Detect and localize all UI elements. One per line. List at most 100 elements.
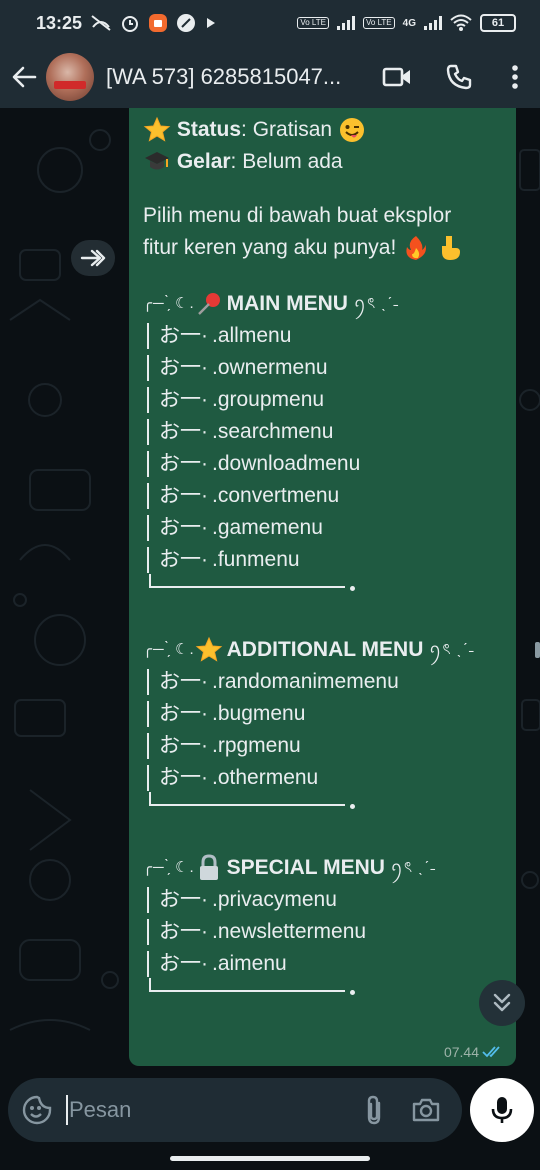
status-time: 13:25: [36, 12, 83, 33]
message-bubble[interactable]: Status: Gratisan Gelar: Belum ada Pilih …: [129, 108, 516, 1066]
menu-item-bar: [147, 355, 149, 381]
message-composer: Pesan: [8, 1078, 462, 1142]
additional-menu-list: お一· .randomanimemenu お一· .bugmenu お一· .rpgmen…: [143, 666, 502, 794]
voice-call-button[interactable]: [428, 49, 490, 105]
status-right-icons: Vo LTE Vo LTE 4G 61: [297, 14, 516, 32]
microphone-icon: [491, 1097, 513, 1123]
camera-icon: [412, 1098, 440, 1122]
menu-item: お一· .gamemenu: [143, 512, 502, 544]
sticker-button[interactable]: [20, 1093, 54, 1127]
main-menu-list: お一· .allmenu お一· .ownermenu お一· .groupmenu お一·…: [143, 320, 502, 576]
menu-item-command: .groupmenu: [212, 388, 325, 411]
menu-item-command: .bugmenu: [212, 702, 306, 725]
main-menu-header: ╭─ ̗̀ ☾. MAIN MENU ꪆৎ ˎˊ˗: [143, 288, 502, 320]
message-input-placeholder: Pesan: [69, 1097, 132, 1122]
menu-item-prefix: お一·: [159, 356, 208, 379]
menu-item-command: .downloadmenu: [212, 452, 361, 475]
sticker-icon: [22, 1095, 52, 1125]
menu-item-command: .privacymenu: [212, 888, 337, 911]
menu-item-bar: [147, 323, 149, 349]
menu-item: お一· .convertmenu: [143, 480, 502, 512]
status-value: : Gratisan: [241, 118, 333, 141]
chat-title[interactable]: [WA 573] 6285815047...: [106, 64, 356, 90]
menu-item-bar: [147, 669, 149, 695]
menu-deco-right: ꪆৎ ˎˊ˗: [390, 859, 437, 876]
menu-item-bar: [147, 547, 149, 573]
contact-avatar[interactable]: [46, 53, 94, 101]
menu-item-prefix: お一·: [159, 920, 208, 943]
message-input[interactable]: Pesan: [66, 1095, 348, 1125]
menu-deco-right: ꪆৎ ˎˊ˗: [429, 641, 475, 658]
signal-icon: [337, 16, 355, 30]
signal-icon-2: [424, 16, 442, 30]
app-notification-icon: [149, 14, 168, 32]
more-options-button[interactable]: [490, 49, 540, 105]
special-menu-list: お一· .privacymenu お一· .newslettermenu お一· .aim…: [143, 884, 502, 980]
menu-item-bar: [147, 951, 149, 977]
menu-item-prefix: お一·: [159, 388, 208, 411]
star-emoji-icon: [195, 636, 222, 662]
menu-item-bar: [147, 765, 149, 791]
menu-item-prefix: お一·: [159, 952, 208, 975]
menu-item-command: .convertmenu: [212, 484, 340, 507]
menu-item: お一· .randomanimemenu: [143, 666, 502, 698]
menu-item-bar: [147, 451, 149, 477]
menu-item-prefix: お一·: [159, 516, 208, 539]
menu-item: お一· .downloadmenu: [143, 448, 502, 480]
menu-item-command: .randomanimemenu: [212, 670, 399, 693]
video-camera-icon: [382, 67, 410, 87]
forward-button[interactable]: [71, 240, 115, 276]
additional-menu-footer: [143, 792, 502, 818]
message-time: 07.44: [443, 1044, 479, 1060]
winking-tongue-emoji-icon: [339, 118, 364, 143]
scrollbar-thumb[interactable]: [535, 642, 540, 658]
menu-item-bar: [147, 887, 149, 913]
menu-item-prefix: お一·: [159, 484, 208, 507]
video-call-button[interactable]: [366, 49, 428, 105]
fire-emoji-icon: [406, 236, 427, 261]
menu-item-prefix: お一·: [159, 324, 208, 347]
menu-item: お一· .aimenu: [143, 948, 502, 980]
status-left-icons: [90, 13, 218, 33]
status-line: Status: Gratisan: [143, 114, 502, 146]
menu-deco-left: ╭─ ̗̀ ☾.: [143, 641, 195, 658]
paperclip-icon: [367, 1095, 381, 1125]
message-meta: 07.44: [444, 1044, 504, 1060]
menu-item: お一· .funmenu: [143, 544, 502, 576]
menu-item-prefix: お一·: [159, 702, 208, 725]
additional-menu-header: ╭─ ̗̀ ☾. ADDITIONAL MENU ꪆৎ ˎˊ˗: [143, 634, 502, 666]
menu-item: お一· .othermenu: [143, 762, 502, 794]
intro-line-2-text: fitur keren yang aku punya!: [143, 236, 397, 259]
gelar-line: Gelar: Belum ada: [143, 146, 502, 178]
forward-icon: [80, 249, 106, 267]
volte-tag-2: Vo LTE: [363, 17, 395, 29]
back-button[interactable]: [2, 55, 46, 99]
menu-item-command: .allmenu: [212, 324, 292, 347]
menu-item: お一· .searchmenu: [143, 416, 502, 448]
arrow-left-icon: [12, 66, 37, 88]
menu-item-bar: [147, 387, 149, 413]
menu-item: お一· .ownermenu: [143, 352, 502, 384]
alarm-icon: [122, 16, 139, 32]
main-menu-title: MAIN MENU: [226, 292, 348, 315]
menu-item: お一· .newslettermenu: [143, 916, 502, 948]
menu-item-prefix: お一·: [159, 420, 208, 443]
menu-item-bar: [147, 515, 149, 541]
compass-icon: [177, 14, 196, 32]
voice-record-button[interactable]: [470, 1078, 534, 1142]
network-type: 4G: [402, 17, 416, 29]
gesture-nav-bar[interactable]: [170, 1156, 370, 1161]
menu-item: お一· .rpgmenu: [143, 730, 502, 762]
menu-item: お一· .allmenu: [143, 320, 502, 352]
menu-item-bar: [147, 419, 149, 445]
camera-button[interactable]: [400, 1086, 452, 1134]
read-ticks-icon: [482, 1046, 500, 1058]
scroll-to-bottom-button[interactable]: [479, 980, 525, 1026]
menu-deco-right: ꪆৎ ˎˊ˗: [353, 295, 400, 312]
attach-button[interactable]: [348, 1086, 400, 1134]
menu-item-command: .searchmenu: [212, 420, 334, 443]
menu-item: お一· .privacymenu: [143, 884, 502, 916]
special-menu-title: SPECIAL MENU: [226, 856, 385, 879]
menu-item-prefix: お一·: [159, 888, 208, 911]
menu-item-bar: [147, 483, 149, 509]
